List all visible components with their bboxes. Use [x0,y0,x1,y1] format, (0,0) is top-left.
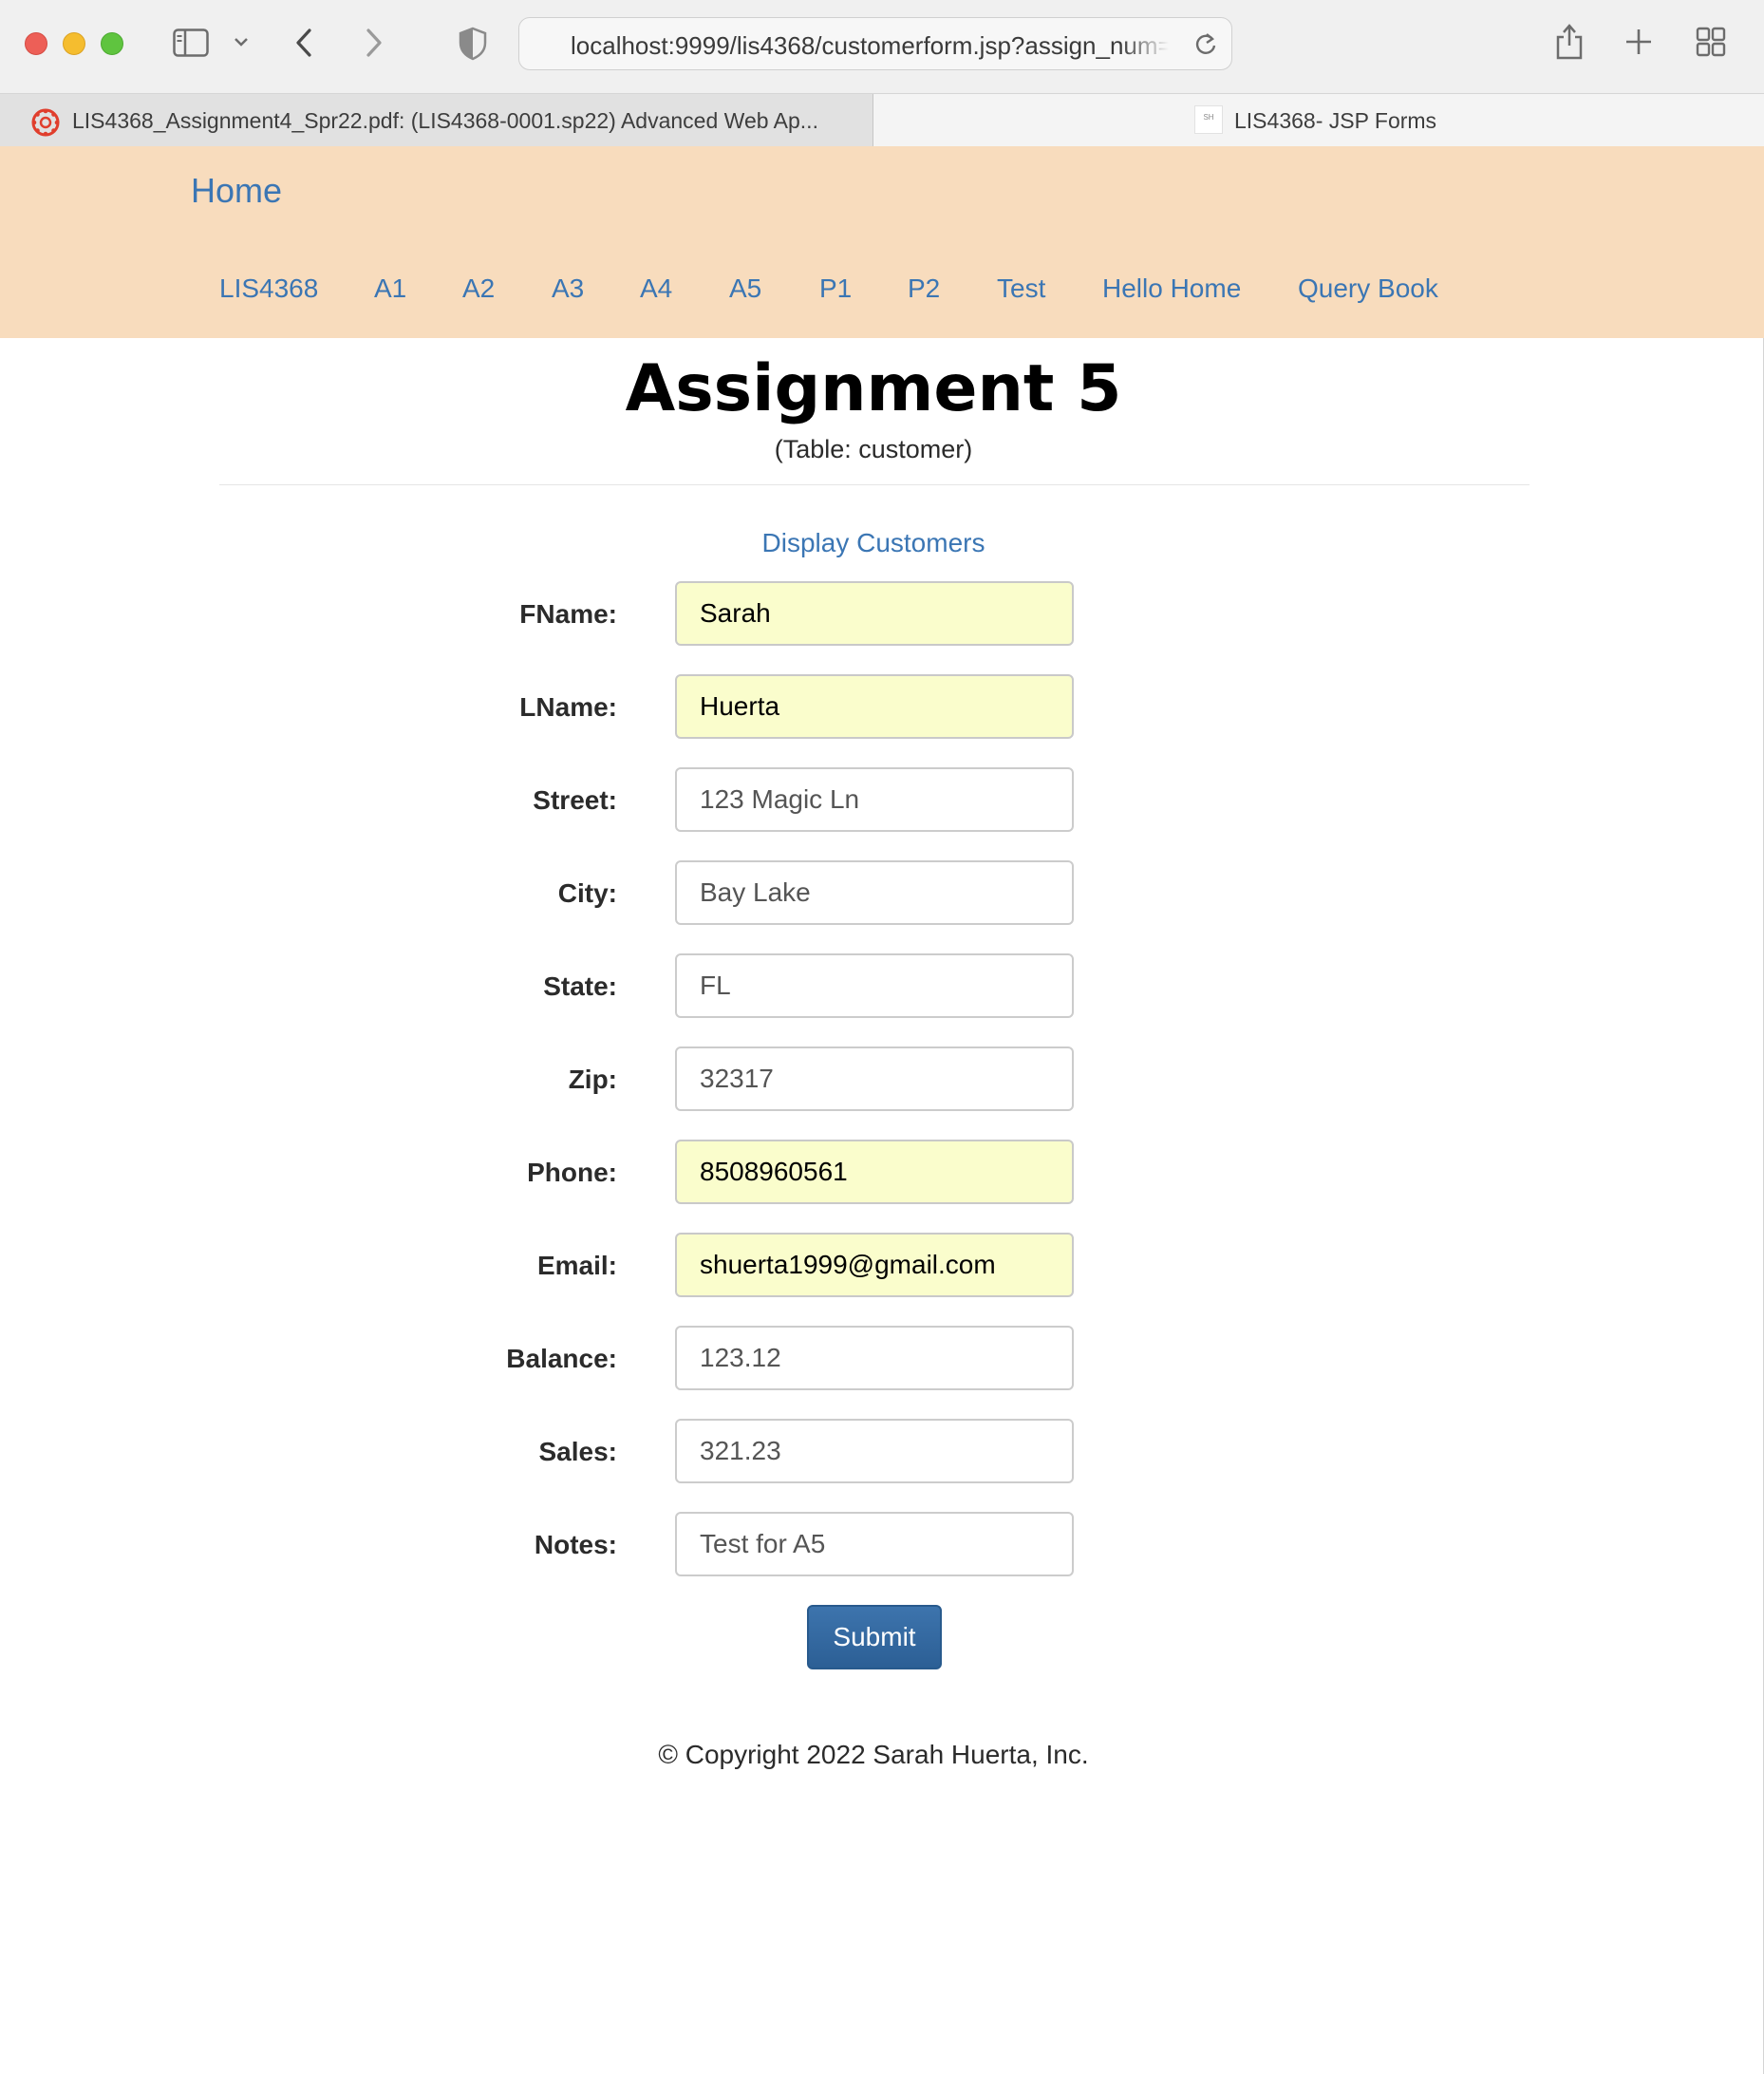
state-label: State: [543,971,617,1001]
city-label: City: [557,878,617,908]
url-text: localhost:9999/lis4368/customerform.jsp?… [571,31,1169,60]
form-row-city: City: [0,860,1764,925]
nav-link-lis4368[interactable]: LIS4368 [219,273,318,304]
form-row-phone: Phone: [0,1140,1764,1204]
email-label: Email: [536,1251,617,1280]
nav-link-query-book[interactable]: Query Book [1298,273,1438,304]
nav-link-hello-home[interactable]: Hello Home [1102,273,1241,304]
form-row-zip: Zip: [0,1046,1764,1111]
nav-brand-home[interactable]: Home [191,171,282,211]
tab-overview-icon[interactable] [1696,27,1726,57]
form-row-sales: Sales: [0,1419,1764,1483]
browser-tab-jsp-forms[interactable]: SH LIS4368- JSP Forms [873,94,1764,146]
street-label: Street: [533,785,617,815]
form-row-balance: Balance: [0,1326,1764,1390]
share-icon[interactable] [1553,21,1586,61]
sales-label: Sales: [538,1437,618,1466]
browser-window: localhost:9999/lis4368/customerform.jsp?… [0,0,1764,2074]
back-icon[interactable] [291,25,319,61]
sales-input[interactable] [675,1419,1074,1483]
form-row-lname: LName: [0,674,1764,739]
balance-label: Balance: [506,1344,617,1373]
notes-label: Notes: [534,1530,617,1559]
page-title: Assignment 5 [625,351,1122,426]
chevron-down-icon[interactable] [232,30,251,53]
site-favicon-icon: SH [1194,105,1223,134]
display-customers-link[interactable]: Display Customers [0,528,1747,558]
lname-label: LName: [519,692,617,722]
divider [219,484,1529,485]
nav-link-a2[interactable]: A2 [462,273,495,304]
site-navbar: Home LIS4368 A1 A2 A3 A4 A5 P1 P2 Test H… [0,146,1764,338]
address-bar[interactable]: localhost:9999/lis4368/customerform.jsp?… [518,17,1232,70]
minimize-window-button[interactable] [63,32,85,55]
form-row-street: Street: [0,767,1764,832]
reload-icon[interactable] [1193,31,1218,58]
lname-input[interactable] [675,674,1074,739]
nav-link-test[interactable]: Test [997,273,1045,304]
state-input[interactable] [675,953,1074,1018]
tab-bar: LIS4368_Assignment4_Spr22.pdf: (LIS4368-… [0,93,1764,146]
shield-icon[interactable] [458,27,488,61]
maximize-window-button[interactable] [101,32,123,55]
street-input[interactable] [675,767,1074,832]
canvas-logo-icon [31,108,60,137]
form-row-email: Email: [0,1233,1764,1297]
browser-tab-pdf[interactable]: LIS4368_Assignment4_Spr22.pdf: (LIS4368-… [0,94,873,146]
zip-input[interactable] [675,1046,1074,1111]
browser-toolbar: localhost:9999/lis4368/customerform.jsp?… [0,0,1764,93]
phone-input[interactable] [675,1140,1074,1204]
nav-link-p2[interactable]: P2 [908,273,940,304]
close-window-button[interactable] [25,32,47,55]
sidebar-icon[interactable] [173,28,209,57]
nav-link-a4[interactable]: A4 [640,273,672,304]
form-row-notes: Notes: [0,1512,1764,1576]
new-tab-icon[interactable] [1623,27,1654,57]
form-row-fname: FName: [0,581,1764,646]
balance-input[interactable] [675,1326,1074,1390]
tab-title: LIS4368_Assignment4_Spr22.pdf: (LIS4368-… [72,108,818,133]
fname-label: FName: [519,599,617,629]
forward-icon[interactable] [359,25,387,61]
nav-link-a5[interactable]: A5 [729,273,761,304]
footer-copyright: © Copyright 2022 Sarah Huerta, Inc. [658,1740,1089,1769]
phone-label: Phone: [527,1158,617,1187]
form-row-state: State: [0,953,1764,1018]
nav-link-a3[interactable]: A3 [552,273,584,304]
submit-button[interactable]: Submit [807,1605,942,1669]
email-input[interactable] [675,1233,1074,1297]
page-subtitle: (Table: customer) [774,435,973,463]
city-input[interactable] [675,860,1074,925]
fname-input[interactable] [675,581,1074,646]
zip-label: Zip: [568,1065,617,1094]
notes-input[interactable] [675,1512,1074,1576]
tab-title: LIS4368- JSP Forms [1234,108,1437,133]
nav-link-a1[interactable]: A1 [374,273,406,304]
nav-link-p1[interactable]: P1 [819,273,852,304]
